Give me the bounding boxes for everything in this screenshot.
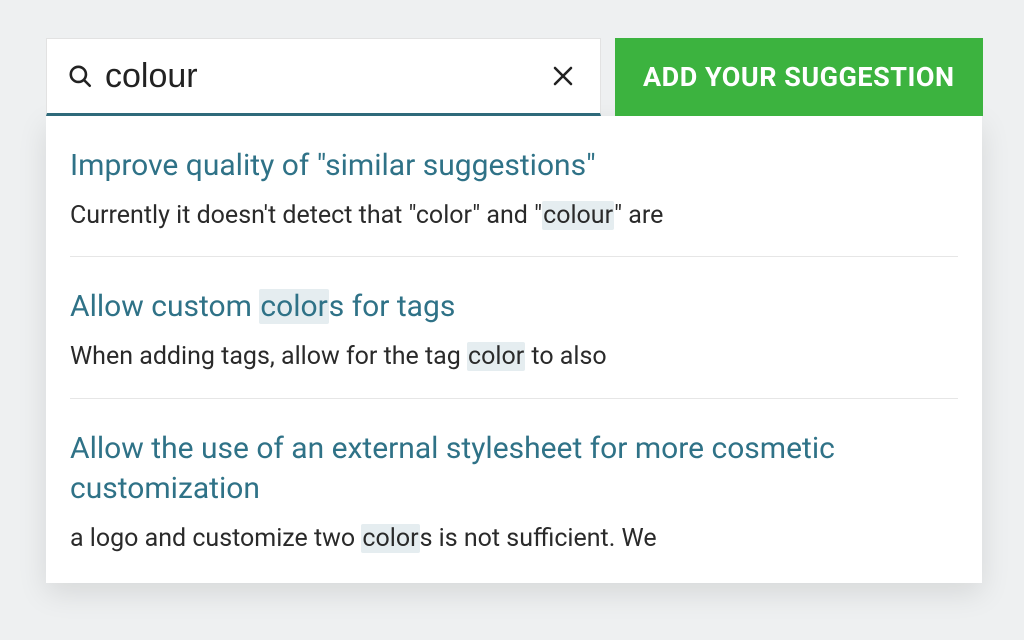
search-input[interactable] [105,57,548,96]
result-title[interactable]: Improve quality of "similar suggestions" [70,146,958,187]
search-result[interactable]: Allow custom colors for tags When adding… [70,257,958,398]
add-suggestion-button[interactable]: Add your suggestion [615,38,983,116]
result-title[interactable]: Allow custom colors for tags [70,287,958,328]
search-row: Add your suggestion [46,38,982,116]
result-snippet: When adding tags, allow for the tag colo… [70,340,958,374]
result-snippet: a logo and customize two colors is not s… [70,522,958,556]
result-snippet: Currently it doesn't detect that "color"… [70,199,958,233]
close-icon[interactable] [548,61,578,91]
result-title[interactable]: Allow the use of an external stylesheet … [70,429,958,510]
search-result[interactable]: Improve quality of "similar suggestions"… [70,116,958,257]
search-results-dropdown: Improve quality of "similar suggestions"… [46,116,982,583]
search-input-wrap[interactable] [46,38,601,116]
search-icon [65,61,95,91]
search-result[interactable]: Allow the use of an external stylesheet … [70,399,958,560]
